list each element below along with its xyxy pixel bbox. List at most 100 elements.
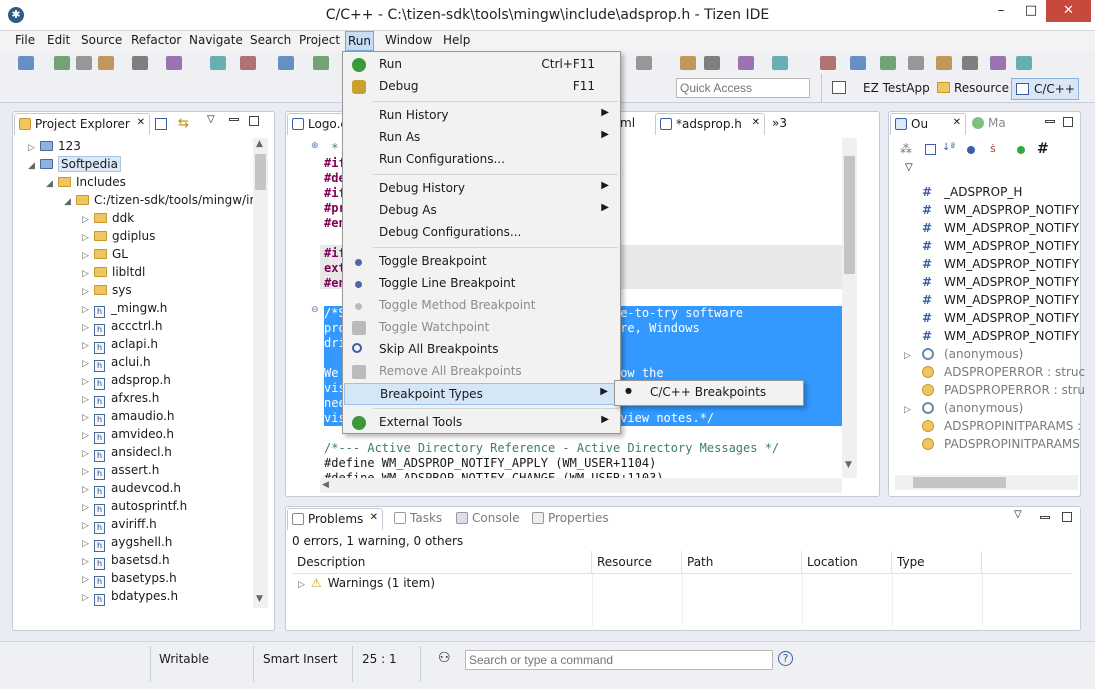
outline-item[interactable]: # WM_ADSPROP_NOTIFY [904, 239, 1079, 253]
command-icon[interactable]: ⚇ [438, 650, 451, 666]
expand-twisty-icon[interactable]: ▷ [82, 431, 94, 441]
link-editor-icon[interactable]: ⇆ [178, 116, 189, 131]
menu-item[interactable]: Remove All Breakpoints [344, 361, 619, 383]
sort-icon[interactable]: ↓ª [942, 142, 955, 153]
tree-item[interactable]: ▷ h basetyps.h [82, 571, 177, 588]
tree-item[interactable]: ▷ libltdl [82, 265, 145, 279]
expand-twisty-icon[interactable]: ▷ [82, 269, 94, 279]
fold-marker-icon[interactable]: ⊕ [311, 141, 319, 151]
expand-twisty-icon[interactable]: ▷ [82, 359, 94, 369]
outline-hscrollbar[interactable] [895, 475, 1078, 490]
hide-static-icon[interactable]: ṡ [990, 142, 996, 155]
view-menu-icon[interactable]: ▽ [207, 114, 215, 125]
editor-scrollbar[interactable] [842, 138, 857, 478]
outline-item[interactable]: # WM_ADSPROP_NOTIFY [904, 221, 1079, 235]
toolbar-button-icon[interactable] [880, 56, 896, 70]
minimize-view-icon[interactable] [1040, 516, 1050, 519]
menu-item[interactable]: Debug F11 [344, 76, 619, 98]
toolbar-button-icon[interactable] [313, 56, 329, 70]
minimize-view-icon[interactable] [229, 118, 239, 121]
outline-item[interactable]: ADSPROPERROR : struc [904, 365, 1085, 379]
outline-item[interactable]: PADSPROPERROR : stru [904, 383, 1085, 397]
tree-item[interactable]: ▷ h amvideo.h [82, 427, 174, 444]
view-menu-icon[interactable]: ▽ [1014, 509, 1022, 520]
tree-item[interactable]: ▷ h basetsd.h [82, 553, 170, 570]
menu-window[interactable]: Window [382, 33, 435, 47]
menu-file[interactable]: File [12, 33, 38, 47]
menu-item[interactable]: Debug History ▶ [344, 178, 619, 200]
expand-twisty-icon[interactable]: ▷ [82, 233, 94, 243]
menu-item[interactable]: Skip All Breakpoints [344, 339, 619, 361]
perspective-resource[interactable]: Resource [934, 78, 1013, 100]
tree-item[interactable]: ▷ 123 [28, 139, 81, 153]
menu-refactor[interactable]: Refactor [128, 33, 184, 47]
tree-item[interactable]: ▷ ddk [82, 211, 134, 225]
toolbar-button-icon[interactable] [636, 56, 652, 70]
menu-item[interactable]: External Tools ▶ [344, 412, 619, 434]
tree-item[interactable]: ◢ Includes [46, 175, 126, 189]
collapse-all-icon[interactable] [155, 118, 167, 130]
expand-twisty-icon[interactable]: ▷ [82, 539, 94, 549]
tree-item[interactable]: ▷ h accctrl.h [82, 319, 163, 336]
toolbar-button-icon[interactable] [772, 56, 788, 70]
expand-twisty-icon[interactable]: ▷ [82, 503, 94, 513]
col-path[interactable]: Path [682, 551, 802, 573]
close-tab-icon[interactable]: ✕ [137, 117, 145, 128]
toolbar-button-icon[interactable] [680, 56, 696, 70]
tree-item[interactable]: ▷ h autosprintf.h [82, 499, 187, 516]
toolbar-button-icon[interactable] [54, 56, 70, 70]
toolbar-button-icon[interactable] [18, 56, 34, 70]
toolbar-button-icon[interactable] [1016, 56, 1032, 70]
menu-item[interactable]: Toggle Breakpoint [344, 251, 619, 273]
tree-item[interactable]: ▷ h bdatypes.h [82, 589, 178, 606]
toolbar-button-icon[interactable] [210, 56, 226, 70]
col-description[interactable]: Description [292, 551, 592, 573]
maximize-button[interactable]: □ [1016, 0, 1046, 22]
expand-twisty-icon[interactable]: ▷ [82, 557, 94, 567]
cpp-breakpoints-item[interactable]: ● C/C++ Breakpoints [616, 382, 802, 404]
toolbar-button-icon[interactable] [820, 56, 836, 70]
scroll-down-arrow[interactable]: ▼ [256, 594, 263, 604]
minimize-view-icon[interactable] [1045, 120, 1055, 123]
hide-macros-icon[interactable]: # [1037, 141, 1049, 157]
menu-item[interactable]: Debug As ▶ [344, 200, 619, 222]
tree-item[interactable]: ▷ h afxres.h [82, 391, 159, 408]
collapse-all-icon[interactable] [925, 144, 936, 155]
menu-run[interactable]: Run [345, 31, 375, 51]
menu-item[interactable]: Toggle Line Breakpoint [344, 273, 619, 295]
outline-item[interactable]: # WM_ADSPROP_NOTIFY [904, 329, 1079, 343]
expand-twisty-icon[interactable]: ▷ [82, 593, 94, 603]
minimize-button[interactable]: – [986, 0, 1016, 22]
close-tab-icon[interactable]: ✕ [370, 512, 378, 523]
tab-make-targets[interactable]: Ma [968, 113, 1028, 135]
tab-adsprop-h[interactable]: *adsprop.h ✕ [655, 113, 765, 135]
close-tab-icon[interactable]: ✕ [953, 117, 961, 128]
menu-navigate[interactable]: Navigate [186, 33, 246, 47]
expand-twisty-icon[interactable]: ▷ [82, 377, 94, 387]
table-row[interactable]: ▷ ⚠ Warnings (1 item) [298, 576, 435, 590]
tree-item[interactable]: ▷ h audevcod.h [82, 481, 181, 498]
outline-item[interactable]: # _ADSPROP_H [904, 185, 1022, 199]
expand-twisty-icon[interactable]: ▷ [82, 251, 94, 261]
col-resource[interactable]: Resource [592, 551, 682, 573]
menu-item[interactable]: Run As ▶ [344, 127, 619, 149]
close-tab-icon[interactable]: ✕ [752, 117, 760, 128]
view-menu-icon[interactable]: ▽ [905, 162, 913, 173]
perspective-cpp[interactable]: C/C++ [1011, 78, 1079, 100]
expand-twisty-icon[interactable]: ▷ [82, 341, 94, 351]
menu-item[interactable]: Run History ▶ [344, 105, 619, 127]
scroll-up-arrow[interactable]: ▲ [256, 139, 263, 149]
toolbar-button-icon[interactable] [704, 56, 720, 70]
menu-search[interactable]: Search [247, 33, 294, 47]
tree-item[interactable]: ▷ gdiplus [82, 229, 155, 243]
expand-twisty-icon[interactable]: ▷ [82, 575, 94, 585]
group-icon[interactable]: ⁂ [900, 142, 912, 156]
outline-item[interactable]: # WM_ADSPROP_NOTIFY [904, 311, 1079, 325]
expand-twisty-icon[interactable]: ▷ [82, 485, 94, 495]
tree-item[interactable]: ◢ C:/tizen-sdk/tools/mingw/ir [64, 193, 254, 207]
expand-twisty-icon[interactable]: ◢ [46, 179, 58, 189]
tree-item[interactable]: ▷ h assert.h [82, 463, 159, 480]
tree-item[interactable]: ▷ h aygshell.h [82, 535, 172, 552]
command-search-input[interactable] [465, 650, 773, 670]
outline-item[interactable]: PADSPROPINITPARAMS [904, 437, 1080, 451]
